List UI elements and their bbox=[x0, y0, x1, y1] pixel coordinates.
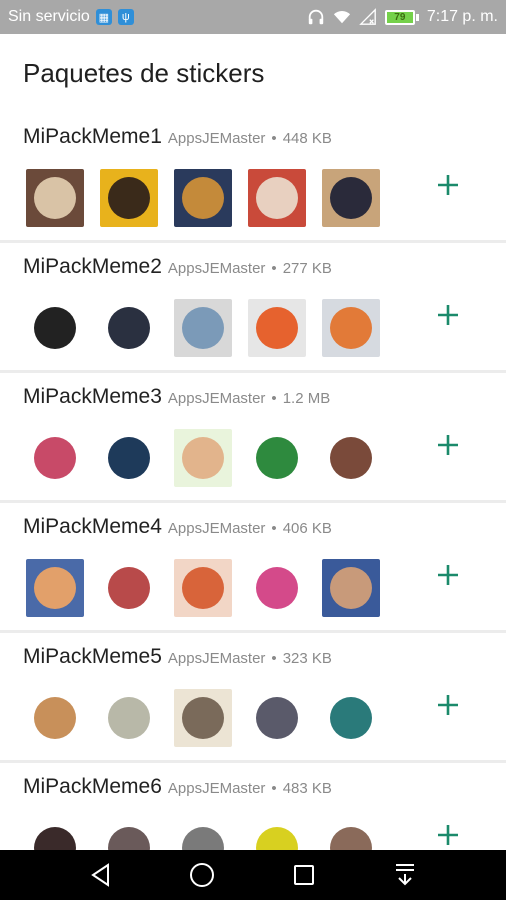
pack-publisher: AppsJEMaster bbox=[167, 520, 266, 537]
sticker-thumbnail bbox=[322, 559, 380, 617]
sticker-thumbnails bbox=[26, 689, 380, 747]
pack-name: MiPackMeme1 bbox=[23, 125, 162, 148]
sticker-pack-row[interactable]: MiPackMeme3 AppsJEMaster • 1.2 MB bbox=[0, 373, 506, 503]
page-title: Paquetes de stickers bbox=[23, 58, 265, 88]
plus-icon bbox=[438, 435, 458, 455]
pack-name: MiPackMeme4 bbox=[23, 515, 162, 538]
pack-publisher: AppsJEMaster bbox=[167, 650, 266, 667]
separator-dot: • bbox=[271, 650, 277, 667]
sticker-thumbnail bbox=[26, 689, 84, 747]
add-pack-button[interactable] bbox=[428, 165, 468, 205]
sticker-thumbnail bbox=[26, 429, 84, 487]
plus-icon bbox=[438, 695, 458, 715]
pack-name: MiPackMeme3 bbox=[23, 385, 162, 408]
pack-publisher: AppsJEMaster bbox=[167, 780, 266, 797]
separator-dot: • bbox=[271, 520, 277, 537]
separator-dot: • bbox=[271, 780, 277, 797]
sticker-thumbnail bbox=[248, 559, 306, 617]
sim-icon: ▦ bbox=[95, 9, 112, 25]
sticker-thumbnail bbox=[174, 559, 232, 617]
status-bar: Sin servicio ▦ ψ 79 7:17 p. m. bbox=[0, 0, 506, 34]
sticker-thumbnail bbox=[248, 429, 306, 487]
plus-icon bbox=[438, 175, 458, 195]
home-icon[interactable] bbox=[182, 855, 222, 895]
sticker-thumbnail bbox=[322, 169, 380, 227]
sticker-thumbnail bbox=[100, 169, 158, 227]
separator-dot: • bbox=[271, 130, 277, 147]
sticker-thumbnail bbox=[26, 299, 84, 357]
pack-size: 483 KB bbox=[282, 780, 332, 797]
notifications-icon[interactable] bbox=[385, 855, 425, 895]
sticker-thumbnail bbox=[322, 689, 380, 747]
sticker-thumbnail bbox=[174, 299, 232, 357]
sticker-thumbnail bbox=[174, 169, 232, 227]
sticker-thumbnail bbox=[100, 299, 158, 357]
sticker-thumbnail bbox=[248, 299, 306, 357]
sticker-thumbnail bbox=[100, 689, 158, 747]
carrier-label: Sin servicio bbox=[8, 8, 90, 25]
sticker-thumbnail bbox=[100, 559, 158, 617]
pack-header: MiPackMeme6 AppsJEMaster • 483 KB bbox=[23, 775, 332, 799]
pack-header: MiPackMeme4 AppsJEMaster • 406 KB bbox=[23, 515, 332, 539]
separator-dot: • bbox=[271, 260, 277, 277]
pack-publisher: AppsJEMaster bbox=[167, 130, 266, 147]
add-pack-button[interactable] bbox=[428, 685, 468, 725]
pack-header: MiPackMeme1 AppsJEMaster • 448 KB bbox=[23, 125, 332, 149]
sticker-thumbnails bbox=[26, 559, 380, 617]
pack-name: MiPackMeme2 bbox=[23, 255, 162, 278]
pack-size: 448 KB bbox=[282, 130, 332, 147]
sticker-pack-row[interactable]: MiPackMeme4 AppsJEMaster • 406 KB bbox=[0, 503, 506, 633]
sticker-thumbnail bbox=[322, 299, 380, 357]
pack-size: 1.2 MB bbox=[282, 390, 331, 407]
plus-icon bbox=[438, 565, 458, 585]
headphones-icon bbox=[308, 9, 324, 25]
pack-header: MiPackMeme2 AppsJEMaster • 277 KB bbox=[23, 255, 332, 279]
pack-header: MiPackMeme3 AppsJEMaster • 1.2 MB bbox=[23, 385, 330, 409]
pack-size: 323 KB bbox=[282, 650, 332, 667]
sticker-pack-list: MiPackMeme1 AppsJEMaster • 448 KB MiPackMeme… bbox=[0, 113, 506, 893]
usb-icon: ψ bbox=[117, 9, 134, 25]
separator-dot: • bbox=[271, 390, 277, 407]
clock: 7:17 p. m. bbox=[426, 8, 498, 25]
wifi-icon bbox=[333, 11, 350, 24]
recents-icon[interactable] bbox=[284, 855, 324, 895]
sticker-thumbnail bbox=[100, 429, 158, 487]
sticker-pack-row[interactable]: MiPackMeme2 AppsJEMaster • 277 KB bbox=[0, 243, 506, 373]
plus-icon bbox=[438, 305, 458, 325]
sticker-thumbnail bbox=[174, 689, 232, 747]
sticker-thumbnail bbox=[322, 429, 380, 487]
pack-publisher: AppsJEMaster bbox=[167, 390, 266, 407]
add-pack-button[interactable] bbox=[428, 425, 468, 465]
navigation-bar bbox=[0, 850, 506, 900]
add-pack-button[interactable] bbox=[428, 555, 468, 595]
back-icon[interactable] bbox=[81, 855, 121, 895]
no-signal-icon bbox=[359, 8, 376, 25]
sticker-pack-row[interactable]: MiPackMeme1 AppsJEMaster • 448 KB bbox=[0, 113, 506, 243]
sticker-thumbnails bbox=[26, 299, 380, 357]
add-pack-button[interactable] bbox=[428, 295, 468, 335]
battery-icon: 79 bbox=[384, 9, 419, 25]
pack-size: 277 KB bbox=[282, 260, 332, 277]
pack-size: 406 KB bbox=[282, 520, 332, 537]
sticker-thumbnail bbox=[26, 169, 84, 227]
sticker-thumbnail bbox=[248, 169, 306, 227]
pack-name: MiPackMeme6 bbox=[23, 775, 162, 798]
plus-icon bbox=[438, 825, 458, 845]
sticker-thumbnails bbox=[26, 169, 380, 227]
sticker-thumbnails bbox=[26, 429, 380, 487]
sticker-pack-row[interactable]: MiPackMeme5 AppsJEMaster • 323 KB bbox=[0, 633, 506, 763]
pack-name: MiPackMeme5 bbox=[23, 645, 162, 668]
pack-header: MiPackMeme5 AppsJEMaster • 323 KB bbox=[23, 645, 332, 669]
sticker-thumbnail bbox=[26, 559, 84, 617]
sticker-thumbnail bbox=[174, 429, 232, 487]
pack-publisher: AppsJEMaster bbox=[167, 260, 266, 277]
sticker-thumbnail bbox=[248, 689, 306, 747]
add-pack-button[interactable] bbox=[428, 815, 468, 855]
